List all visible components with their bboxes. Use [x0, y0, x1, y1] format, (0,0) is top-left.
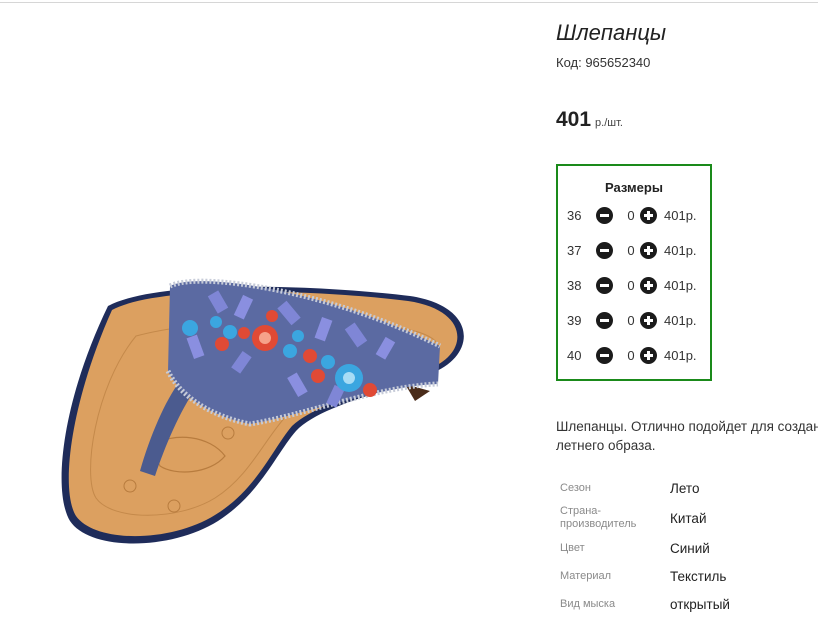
quantity-value: 0 [627, 278, 635, 293]
attr-label-material: Материал [560, 570, 611, 582]
minus-circle-icon[interactable] [596, 277, 613, 294]
sizes-title: Размеры [605, 180, 663, 195]
size-price: 401р. [664, 208, 697, 223]
size-price: 401р. [664, 348, 697, 363]
attr-label-country: Страна- производитель [560, 505, 636, 531]
plus-circle-icon[interactable] [640, 277, 657, 294]
size-label: 40 [567, 348, 582, 363]
sizes-panel: Размеры 36 0 401р. 37 0 401р. 38 0 401р.… [556, 164, 712, 381]
size-row-36: 36 0 401р. [567, 207, 707, 227]
minus-circle-icon[interactable] [596, 242, 613, 259]
attr-label-season: Сезон [560, 482, 591, 494]
price-unit: р./шт. [595, 117, 623, 129]
attr-value-material: Текстиль [670, 569, 727, 584]
size-price: 401р. [664, 313, 697, 328]
quantity-value: 0 [627, 313, 635, 328]
quantity-value: 0 [627, 243, 635, 258]
minus-circle-icon[interactable] [596, 207, 613, 224]
product-price: 401 р./шт. [556, 108, 623, 132]
size-row-37: 37 0 401р. [567, 242, 707, 262]
product-photo [61, 278, 464, 544]
description-line: Шлепанцы. Отлично подойдет для создания [556, 419, 818, 434]
plus-circle-icon[interactable] [640, 207, 657, 224]
size-row-40: 40 0 401р. [567, 347, 707, 367]
product-title: Шлепанцы [556, 20, 667, 45]
size-label: 38 [567, 278, 582, 293]
quantity-value: 0 [627, 208, 635, 223]
size-price: 401р. [664, 243, 697, 258]
quantity-value: 0 [627, 348, 635, 363]
price-value: 401 [556, 108, 592, 131]
plus-circle-icon[interactable] [640, 242, 657, 259]
attr-label-line: Страна- [560, 505, 602, 517]
attr-value-country: Китай [670, 511, 707, 526]
size-label: 39 [567, 313, 582, 328]
size-row-38: 38 0 401р. [567, 277, 707, 297]
size-label: 36 [567, 208, 582, 223]
size-row-39: 39 0 401р. [567, 312, 707, 332]
attr-label-line: производитель [560, 518, 637, 530]
attr-label-color: Цвет [560, 542, 585, 554]
product-code: Код: 965652340 [556, 55, 651, 70]
size-price: 401р. [664, 278, 697, 293]
attr-value-toe: открытый [670, 597, 730, 612]
minus-circle-icon[interactable] [596, 312, 613, 329]
attr-value-color: Синий [670, 541, 710, 556]
plus-circle-icon[interactable] [640, 347, 657, 364]
product-description: Шлепанцы. Отлично подойдет для создания … [556, 417, 818, 457]
attr-value-season: Лето [670, 481, 700, 496]
plus-circle-icon[interactable] [640, 312, 657, 329]
attr-label-toe: Вид мыска [560, 598, 616, 610]
description-line: летнего образа. [556, 438, 656, 453]
size-label: 37 [567, 243, 582, 258]
top-divider [0, 2, 818, 3]
minus-circle-icon[interactable] [596, 347, 613, 364]
